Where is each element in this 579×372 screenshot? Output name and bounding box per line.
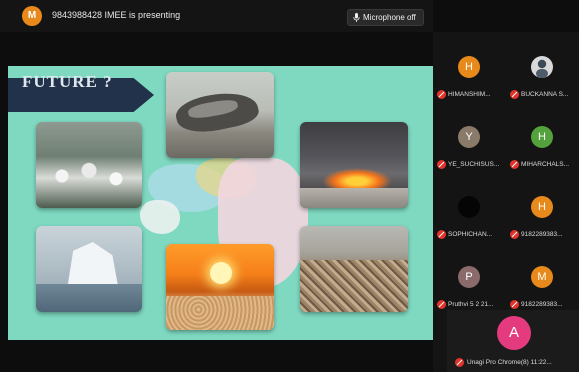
iceberg-photo: [36, 226, 142, 312]
participant-tile[interactable]: H HIMANSHIM...: [433, 44, 506, 106]
participant-name: BUCKANNA S...: [521, 91, 569, 98]
microphone-button[interactable]: Microphone off: [347, 9, 424, 26]
mic-muted-icon: [437, 300, 446, 309]
self-name: Unagi Pro Chrome(8) 11:22...: [467, 359, 552, 366]
participant-name-row: 9182289383...: [510, 300, 578, 309]
mic-muted-icon: [437, 160, 446, 169]
participant-name-row: BUCKANNA S...: [510, 90, 578, 99]
participant-name-row: Pruthvi 5 2 21...: [437, 300, 505, 309]
self-video-tile[interactable]: A Unagi Pro Chrome(8) 11:22...: [447, 310, 579, 372]
sunset-photo: [166, 244, 274, 330]
participant-name: MIHARCHALS...: [521, 161, 570, 168]
world-map-shape: [140, 200, 180, 234]
whale-carcass-photo: [166, 72, 274, 158]
self-avatar: A: [497, 316, 531, 350]
participant-name-row: SOPHICHAN...: [437, 230, 505, 239]
participant-name-row: 9182289383...: [510, 230, 578, 239]
participant-tile[interactable]: M 9182289383...: [506, 254, 579, 316]
slide-title: FUTURE ?: [22, 72, 113, 91]
participant-avatar: H: [531, 126, 553, 148]
person-photo-icon: [536, 59, 548, 78]
presenting-bar: M 9843988428 IMEE is presenting Micropho…: [0, 0, 433, 32]
participant-name: YE_SUCHISUS...: [448, 161, 500, 168]
participant-name: SOPHICHAN...: [448, 231, 493, 238]
participant-tile[interactable]: SOPHICHAN...: [433, 184, 506, 246]
participant-name: HIMANSHIM...: [448, 91, 491, 98]
participant-avatar: P: [458, 266, 480, 288]
participant-tile[interactable]: H 9182289383...: [506, 184, 579, 246]
mic-muted-icon: [437, 230, 446, 239]
participant-name-row: MIHARCHALS...: [510, 160, 578, 169]
presenting-status: 9843988428 IMEE is presenting: [52, 10, 181, 20]
participant-avatar: H: [458, 56, 480, 78]
participant-tile[interactable]: P Pruthvi 5 2 21...: [433, 254, 506, 316]
mic-muted-icon: [510, 300, 519, 309]
microphone-label: Microphone off: [363, 13, 416, 22]
mic-muted-icon: [510, 90, 519, 99]
participant-name: 9182289383...: [521, 231, 563, 238]
waste-dump-photo: [300, 226, 408, 312]
participant-tile[interactable]: H MIHARCHALS...: [506, 114, 579, 176]
participant-name-row: YE_SUCHISUS...: [437, 160, 505, 169]
shared-screen-slide: FUTURE ?: [8, 66, 433, 340]
microphone-icon: [353, 13, 360, 22]
mic-muted-icon: [437, 90, 446, 99]
participant-tile[interactable]: Y YE_SUCHISUS...: [433, 114, 506, 176]
presenter-avatar: M: [22, 6, 42, 26]
mic-muted-icon: [510, 230, 519, 239]
participant-avatar: H: [531, 196, 553, 218]
participant-avatar: M: [531, 266, 553, 288]
participant-avatar: Y: [458, 126, 480, 148]
participant-name: 9182289383...: [521, 301, 563, 308]
meeting-window: M 9843988428 IMEE is presenting Micropho…: [0, 0, 579, 372]
participant-tile[interactable]: BUCKANNA S...: [506, 44, 579, 106]
self-name-row: Unagi Pro Chrome(8) 11:22...: [455, 358, 552, 367]
mic-muted-icon: [455, 358, 464, 367]
participant-avatar: [458, 196, 480, 218]
mic-muted-icon: [510, 160, 519, 169]
plastic-bottles-ice-photo: [36, 122, 142, 208]
burning-waste-photo: [300, 122, 408, 208]
participant-name: Pruthvi 5 2 21...: [448, 301, 494, 308]
participant-avatar: [531, 56, 553, 78]
participant-name-row: HIMANSHIM...: [437, 90, 505, 99]
